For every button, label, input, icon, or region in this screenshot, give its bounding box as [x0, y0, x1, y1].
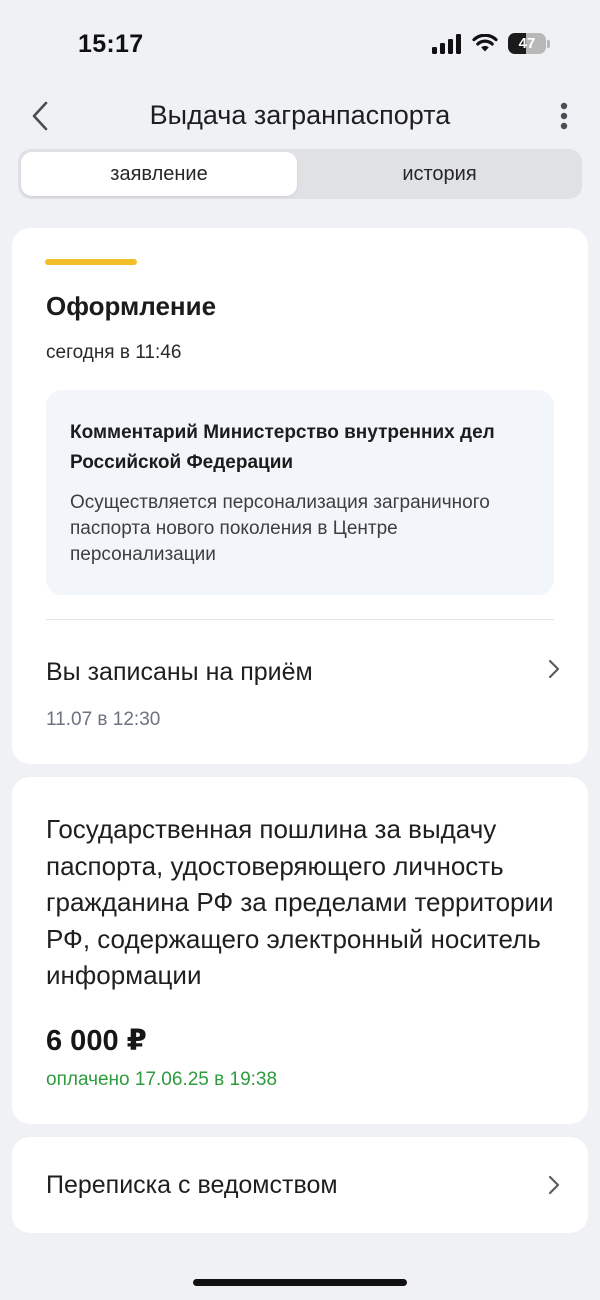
status-time: 15:17 [78, 30, 144, 58]
application-status-card: Оформление сегодня в 11:46 Комментарий М… [12, 228, 588, 764]
more-button[interactable] [552, 100, 576, 132]
fee-amount: 6 000 ₽ [46, 1025, 147, 1057]
state-fee-card: Государственная пошлина за выдачу паспор… [12, 777, 588, 1124]
status-bar: 15:17 47 [0, 0, 600, 90]
fee-title: Государственная пошлина за выдачу паспор… [46, 814, 554, 990]
stage-title: Оформление [46, 291, 217, 321]
ministry-comment-box: Комментарий Министерство внутренних дел … [46, 390, 554, 595]
more-vertical-icon [560, 102, 568, 130]
wifi-icon [472, 33, 498, 51]
page-title: Выдача загранпаспорта [149, 100, 451, 130]
app-header: Выдача загранпаспорта [0, 90, 600, 142]
correspondence-label: Переписка с ведомством [46, 1171, 338, 1199]
appointment-date: 11.07 в 12:30 [46, 709, 161, 730]
tab-history[interactable]: история [300, 152, 579, 196]
appointment-title: Вы записаны на приём [46, 658, 313, 686]
battery-level: 47 [518, 35, 536, 52]
comment-title: Комментарий Министерство внутренних дел … [70, 422, 495, 473]
chevron-right-icon [546, 657, 562, 681]
segmented-tabs: заявление история [18, 149, 582, 199]
fee-paid-status: оплачено 17.06.25 в 19:38 [46, 1069, 278, 1090]
home-indicator[interactable] [193, 1279, 407, 1286]
status-icons: 47 [432, 33, 550, 54]
app-screen: 15:17 47 Выдача загранпаспорта заявление… [0, 0, 600, 1300]
comment-text: Осуществляется персонализация загранично… [70, 492, 490, 565]
chevron-right-icon [546, 1173, 562, 1197]
battery-cap [547, 39, 550, 48]
status-accent-bar [45, 259, 137, 265]
stage-time: сегодня в 11:46 [46, 342, 182, 363]
signal-icon [432, 33, 461, 54]
appointment-row[interactable]: Вы записаны на приём 11.07 в 12:30 [12, 620, 588, 764]
tab-application[interactable]: заявление [21, 152, 297, 196]
correspondence-row[interactable]: Переписка с ведомством [12, 1137, 588, 1233]
battery-icon: 47 [508, 33, 546, 54]
